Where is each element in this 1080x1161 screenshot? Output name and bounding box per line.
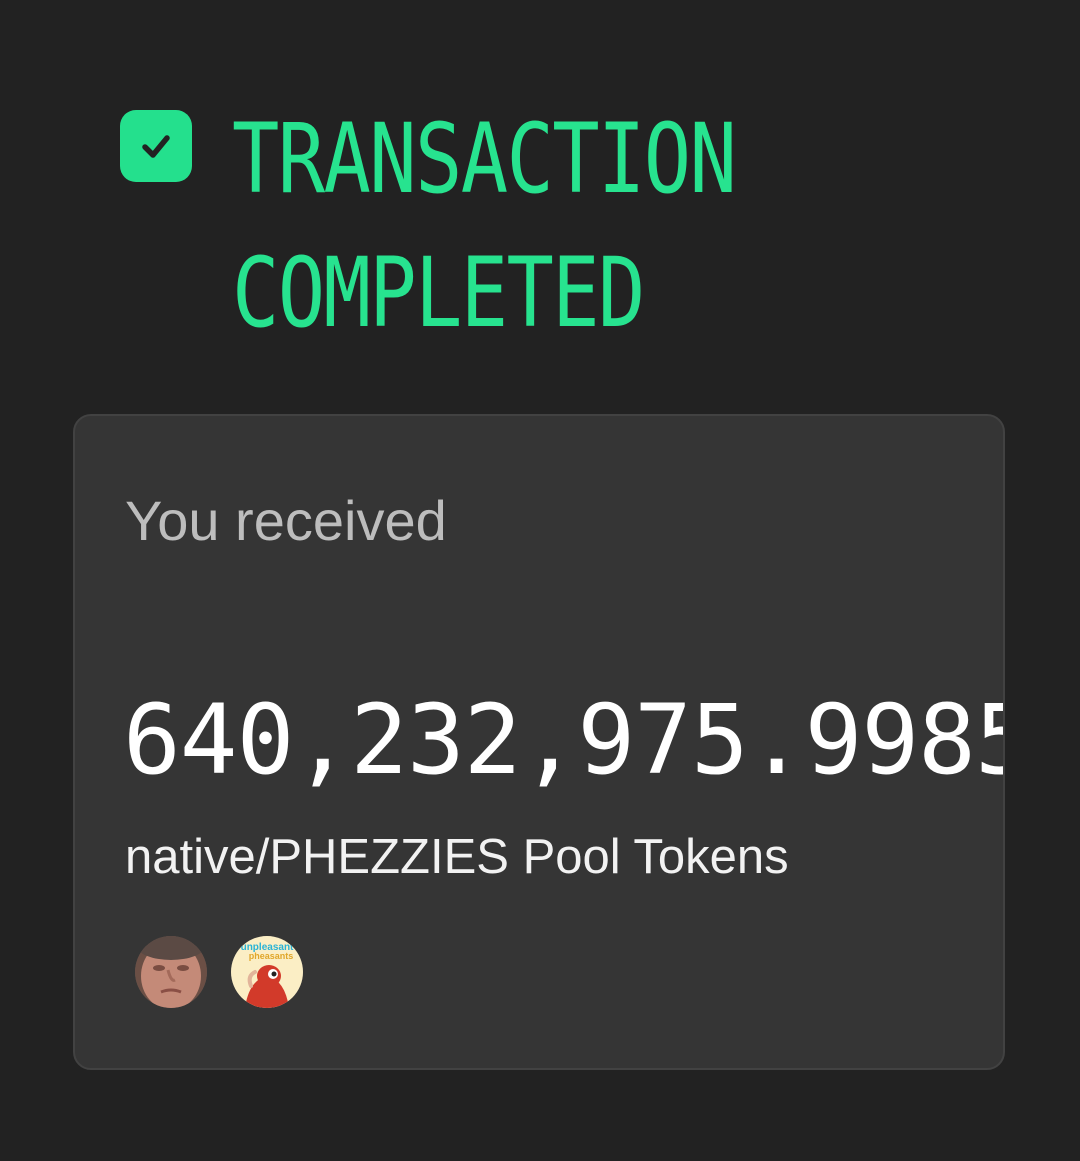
- avatar-text-line2: pheasants: [249, 951, 294, 961]
- phezzies-token-avatar: unpleasant pheasants: [231, 936, 303, 1008]
- token-name: native/PHEZZIES Pool Tokens: [125, 830, 789, 884]
- token-avatars: unpleasant pheasants: [135, 936, 303, 1008]
- status-title: TRANSACTION COMPLETED: [232, 92, 737, 360]
- received-card: You received 640,232,975.998558 native/P…: [73, 414, 1005, 1070]
- received-amount: 640,232,975.998558: [123, 684, 1003, 796]
- status-title-line2: COMPLETED: [232, 237, 645, 349]
- received-label: You received: [125, 489, 447, 552]
- transaction-status-header: TRANSACTION COMPLETED: [120, 92, 846, 360]
- native-token-avatar: [135, 936, 207, 1008]
- status-title-line1: TRANSACTION: [232, 103, 737, 215]
- check-icon: [120, 110, 192, 182]
